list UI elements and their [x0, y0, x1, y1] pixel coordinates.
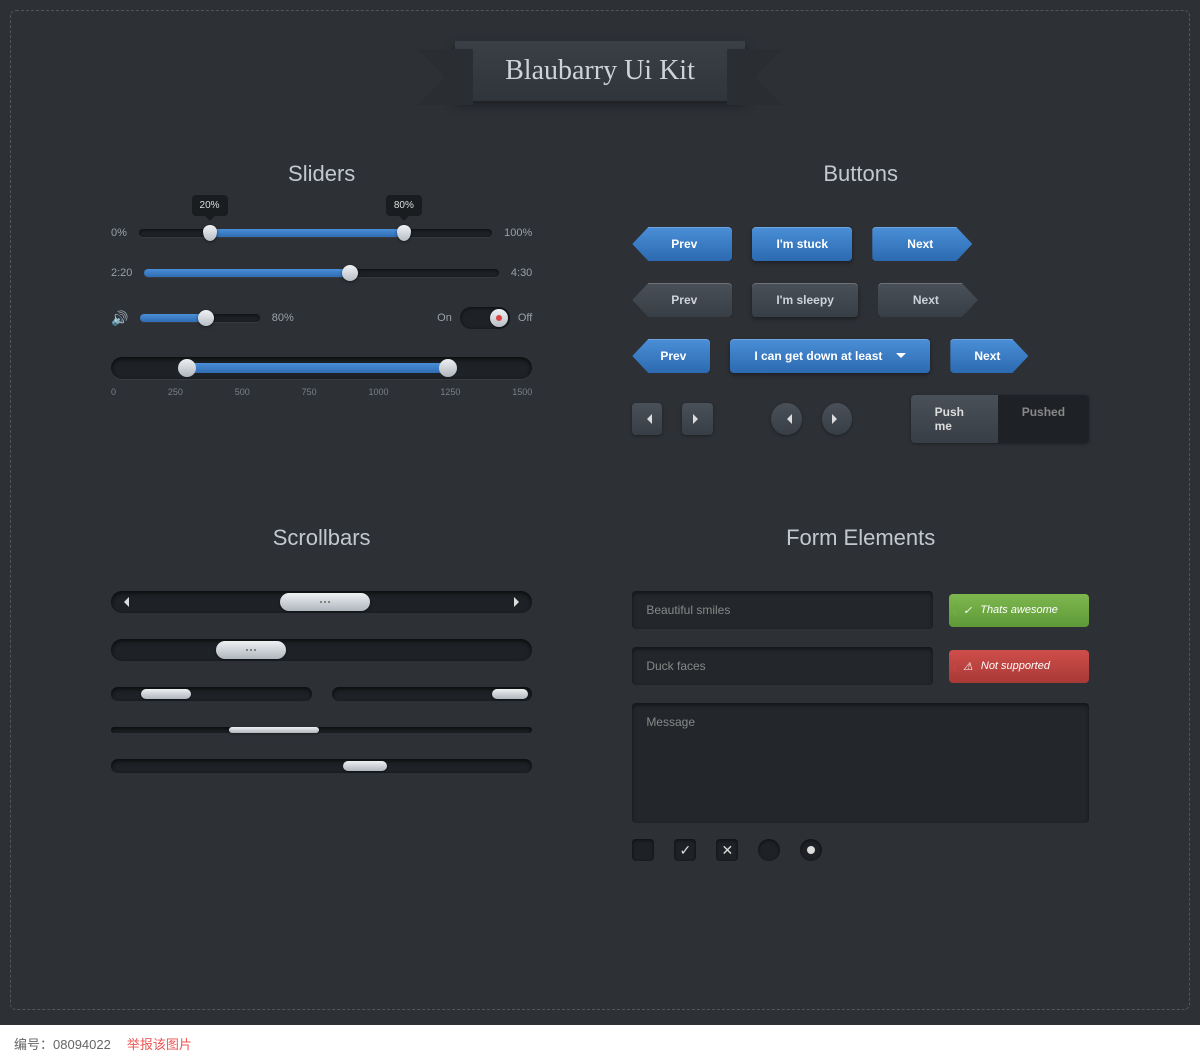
range-tooltip-low: 20%	[192, 195, 228, 216]
next-button-grey[interactable]: Next	[878, 283, 978, 317]
form-heading: Form Elements	[632, 525, 1089, 551]
prev-button-grey[interactable]: Prev	[632, 283, 732, 317]
range-handle-high[interactable]	[397, 225, 411, 241]
time-start: 2:20	[111, 267, 132, 279]
toggle-switch: On Off	[437, 307, 532, 329]
prev-button-small[interactable]: Prev	[632, 339, 710, 373]
volume-track[interactable]	[140, 314, 259, 322]
radio-on[interactable]	[800, 839, 822, 861]
scrollbar-handle[interactable]	[229, 727, 319, 733]
triangle-left-icon	[642, 414, 652, 424]
check-icon: ✓	[679, 842, 691, 859]
next-button-small[interactable]: Next	[950, 339, 1028, 373]
buttons-heading: Buttons	[632, 161, 1089, 187]
scrollbar-left-arrow[interactable]	[113, 591, 135, 613]
scrollbar-right-arrow[interactable]	[508, 591, 530, 613]
scale-ticks: 0250 500750 10001250 1500	[111, 387, 532, 397]
scale-slider: 0250 500750 10001250 1500	[111, 357, 532, 397]
scrollbar-handle[interactable]	[280, 593, 370, 611]
volume-handle[interactable]	[198, 310, 214, 326]
time-end: 4:30	[511, 267, 532, 279]
nav-prev-square[interactable]	[632, 403, 662, 435]
x-icon: ✕	[721, 842, 733, 859]
range-handle-low[interactable]	[203, 225, 217, 241]
stuck-button[interactable]: I'm stuck	[752, 227, 852, 261]
push-me-segment[interactable]: Push me	[911, 395, 998, 443]
scrollbar-small-left[interactable]	[111, 687, 312, 701]
triangle-right-icon	[832, 414, 842, 424]
scrollbar-arrows[interactable]	[111, 591, 532, 613]
range-slider: 0% 20% 80% 100%	[111, 227, 532, 239]
volume-label: 80%	[272, 312, 294, 324]
time-track[interactable]	[144, 269, 498, 277]
dropdown-button[interactable]: I can get down at least	[730, 339, 930, 373]
scale-handle-high[interactable]	[439, 359, 457, 377]
scrollbar-plain[interactable]	[111, 639, 532, 661]
sliders-heading: Sliders	[111, 161, 532, 187]
time-slider: 2:20 4:30	[111, 267, 532, 279]
range-tooltip-high: 80%	[386, 195, 422, 216]
check-icon: ✓	[963, 604, 972, 617]
scrollbar-handle[interactable]	[343, 761, 387, 771]
scrollbars-heading: Scrollbars	[111, 525, 532, 551]
sleepy-button[interactable]: I'm sleepy	[752, 283, 858, 317]
triangle-right-icon	[693, 414, 703, 424]
nav-prev-round[interactable]	[771, 403, 801, 435]
sliders-section: Sliders 0% 20% 80% 100% 2:20 4:30	[111, 161, 532, 465]
time-handle[interactable]	[342, 265, 358, 281]
volume-row: 🔊 80% On Off	[111, 307, 532, 329]
title-ribbon: Blaubarry Ui Kit	[455, 41, 745, 101]
prev-button-blue[interactable]: Prev	[632, 227, 732, 261]
checkbox-x[interactable]: ✕	[716, 839, 738, 861]
tag-awesome: ✓ Thats awesome	[949, 594, 1089, 627]
report-link[interactable]: 举报该图片	[127, 1034, 192, 1053]
nav-next-round[interactable]	[822, 403, 852, 435]
scrollbar-handle[interactable]	[216, 641, 286, 659]
scrollbar-bottom[interactable]	[111, 759, 532, 773]
range-low-label: 0%	[111, 227, 127, 239]
scale-handle-low[interactable]	[178, 359, 196, 377]
range-track[interactable]: 20% 80%	[139, 229, 492, 237]
page-footer: 编号：08094022 举报该图片	[0, 1025, 1200, 1061]
scrollbar-thin[interactable]	[111, 727, 532, 733]
scrollbars-section: Scrollbars	[111, 525, 532, 861]
form-section: Form Elements Beautiful smiles ✓ Thats a…	[632, 525, 1089, 861]
range-high-label: 100%	[504, 227, 532, 239]
buttons-section: Buttons Prev I'm stuck Next Prev I'm sle…	[632, 161, 1089, 465]
input-smiles[interactable]: Beautiful smiles	[632, 591, 933, 629]
toggle-on-label: On	[437, 312, 452, 324]
scrollbar-handle[interactable]	[141, 689, 191, 699]
warning-icon: ⚠	[963, 660, 973, 673]
checkbox-checked[interactable]: ✓	[674, 839, 696, 861]
next-button-blue[interactable]: Next	[872, 227, 972, 261]
triangle-left-icon	[782, 414, 792, 424]
scrollbar-handle[interactable]	[492, 689, 528, 699]
toggle-track[interactable]	[460, 307, 510, 329]
tag-unsupported: ⚠ Not supported	[949, 650, 1089, 683]
nav-next-square[interactable]	[682, 403, 712, 435]
input-duck[interactable]: Duck faces	[632, 647, 933, 685]
volume-icon: 🔊	[111, 310, 128, 327]
toggle-off-label: Off	[518, 312, 532, 324]
radio-off[interactable]	[758, 839, 780, 861]
scrollbar-small-right[interactable]	[332, 687, 533, 701]
chevron-down-icon	[896, 353, 906, 363]
checkbox-empty[interactable]	[632, 839, 654, 861]
scale-track[interactable]	[111, 357, 532, 379]
segmented-control[interactable]: Push me Pushed	[911, 395, 1089, 443]
pushed-segment[interactable]: Pushed	[998, 395, 1089, 443]
textarea-message[interactable]: Message	[632, 703, 1089, 823]
